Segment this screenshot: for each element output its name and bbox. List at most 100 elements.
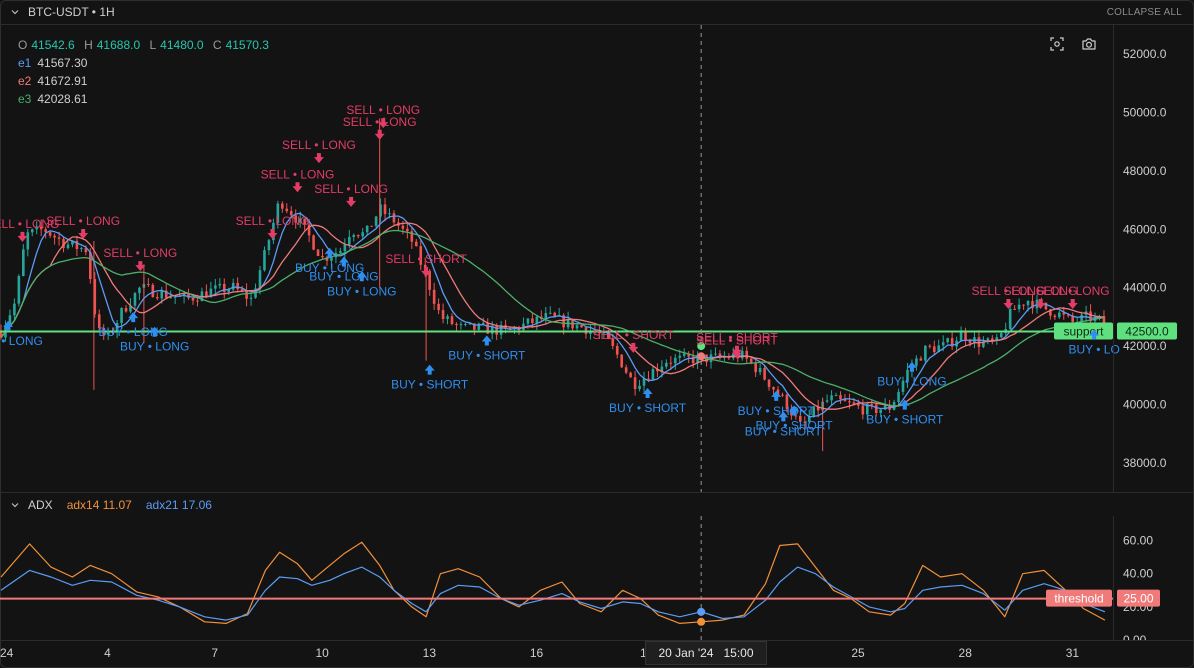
candle-body [432, 289, 436, 304]
candle-body [745, 350, 749, 359]
candle-body [857, 403, 860, 406]
price-chart[interactable]: 52000.0 50000.0 48000.0 46000.0 44000.0 42000… [0, 25, 1194, 492]
buy-signal[interactable]: BUY • LONG [99, 312, 168, 339]
sell-signal[interactable]: SELL • LONG [282, 138, 356, 164]
candle-body [633, 377, 637, 390]
candle-body [48, 232, 52, 236]
buy-signal[interactable]: BUY • SHORT [609, 388, 687, 415]
up-arrow-icon [424, 364, 435, 375]
candle-body [459, 324, 463, 326]
candle-body [946, 338, 949, 343]
candle-body [669, 362, 673, 364]
candle-body [758, 368, 762, 373]
candle-body [455, 324, 458, 326]
sell-signal-label: SELL • SHORT [385, 252, 467, 266]
candle-body [356, 235, 360, 237]
adx-panel-header[interactable]: ADX adx14 11.07 adx21 17.06 [0, 493, 212, 517]
sell-signal[interactable]: SELL • LONG [236, 214, 310, 239]
sell-signal-label: SELL • LONG [314, 182, 388, 196]
candle-body [526, 318, 530, 324]
threshold-value-label: 25.00 [1123, 592, 1153, 606]
adx-axis-tick: 0.00 [1123, 633, 1147, 640]
buy-signal[interactable]: BUY • SHORT [448, 335, 526, 362]
candle-body [124, 308, 128, 312]
adx-chart[interactable]: 60.0040.0020.000.00threshold 25.00 [0, 516, 1194, 640]
down-arrow-icon [292, 182, 303, 193]
support-label: support [1063, 324, 1104, 338]
price-panel-header[interactable]: BTC-USDT • 1H [0, 0, 115, 24]
candle-body [629, 372, 632, 378]
down-arrow-icon [267, 228, 278, 239]
price-axis-tick: 48000.0 [1123, 164, 1167, 178]
candle-body [285, 208, 289, 212]
down-arrow-icon [374, 129, 385, 140]
collapse-all-button[interactable]: COLLAPSE ALL [1107, 7, 1182, 18]
candle-body [22, 249, 25, 277]
sell-signal-label: SELL • LONG [46, 214, 120, 228]
buy-signal[interactable]: BUY • LONG [0, 320, 43, 348]
down-arrow-icon [1003, 299, 1014, 310]
adx21-legend: adx21 17.06 [145, 498, 212, 512]
candle-body [624, 367, 628, 373]
buy-signal-label: BUY • SHORT [866, 413, 944, 427]
symbol-title: BTC-USDT • 1H [28, 5, 115, 19]
candle-body [1022, 304, 1025, 306]
buy-signal[interactable]: BUY • SHORT [391, 364, 469, 392]
adx-axis-tick: 40.00 [1123, 567, 1153, 581]
buy-signal-label: BUY • SHORT [745, 424, 823, 438]
candle-body [673, 357, 677, 364]
sell-signal[interactable]: SELL • SHORT [385, 252, 468, 277]
sell-signal-label: SELL • LONG [346, 103, 420, 117]
candle-body [147, 283, 150, 285]
sell-signal[interactable]: SELL • SHORT [696, 334, 778, 359]
sell-signal[interactable]: SELL • LONG [314, 182, 388, 207]
candle-body [781, 394, 784, 396]
time-axis-tick: 31 [1065, 646, 1080, 660]
buy-signal[interactable]: BUY • LONG [877, 361, 947, 389]
price-axis-tick: 52000.0 [1123, 47, 1167, 61]
sell-signal-label: SELL • LONG [103, 246, 177, 260]
candle-body [941, 342, 945, 346]
candle-body [915, 358, 918, 366]
crosshair-dot [697, 617, 706, 626]
candle-body [343, 244, 347, 252]
buy-signal-label: BUY • SHORT [448, 348, 526, 362]
candle-body [160, 290, 164, 299]
candle-body [928, 345, 932, 347]
candle-body [352, 235, 356, 237]
candle-body [620, 354, 623, 368]
candle-body [665, 362, 668, 367]
candle-body [406, 228, 409, 232]
down-arrow-icon [17, 231, 28, 242]
time-axis-tick: 10 [315, 646, 329, 660]
chevron-down-icon[interactable] [11, 8, 19, 16]
sell-signal[interactable]: SELL • LONG [46, 214, 120, 239]
candle-body [1008, 308, 1012, 329]
chevron-down-icon[interactable] [11, 501, 19, 509]
time-axis-tick: 28 [958, 646, 972, 660]
candle-body [231, 282, 235, 290]
candle-body [214, 285, 217, 289]
crosshair-dot [697, 607, 706, 616]
up-arrow-icon [128, 312, 139, 323]
adx-axis-tick: 60.00 [1123, 534, 1153, 548]
time-axis-tick: 4 [104, 646, 111, 660]
candle-body [932, 346, 936, 353]
candle-body [548, 312, 552, 314]
candle-body [861, 405, 865, 415]
candle-body [218, 283, 222, 286]
candle-body [897, 391, 900, 403]
up-arrow-icon [481, 335, 492, 346]
sell-signal[interactable]: SELL • LONG [103, 246, 177, 272]
support-price-label: 42500.0 [1125, 324, 1169, 338]
buy-signal[interactable]: BUY • SHORT [738, 390, 816, 418]
candle-body [267, 240, 271, 251]
candle-body [383, 204, 387, 215]
candle-body [1013, 308, 1016, 310]
sell-signal[interactable]: SELL • SHORT [593, 328, 675, 353]
sell-signal[interactable]: SELL • LONG [343, 115, 417, 140]
time-axis-tick: 25 [851, 646, 865, 660]
crosshair-dot [697, 352, 706, 361]
time-axis-tick: 16 [529, 646, 544, 660]
candle-body [13, 303, 16, 316]
